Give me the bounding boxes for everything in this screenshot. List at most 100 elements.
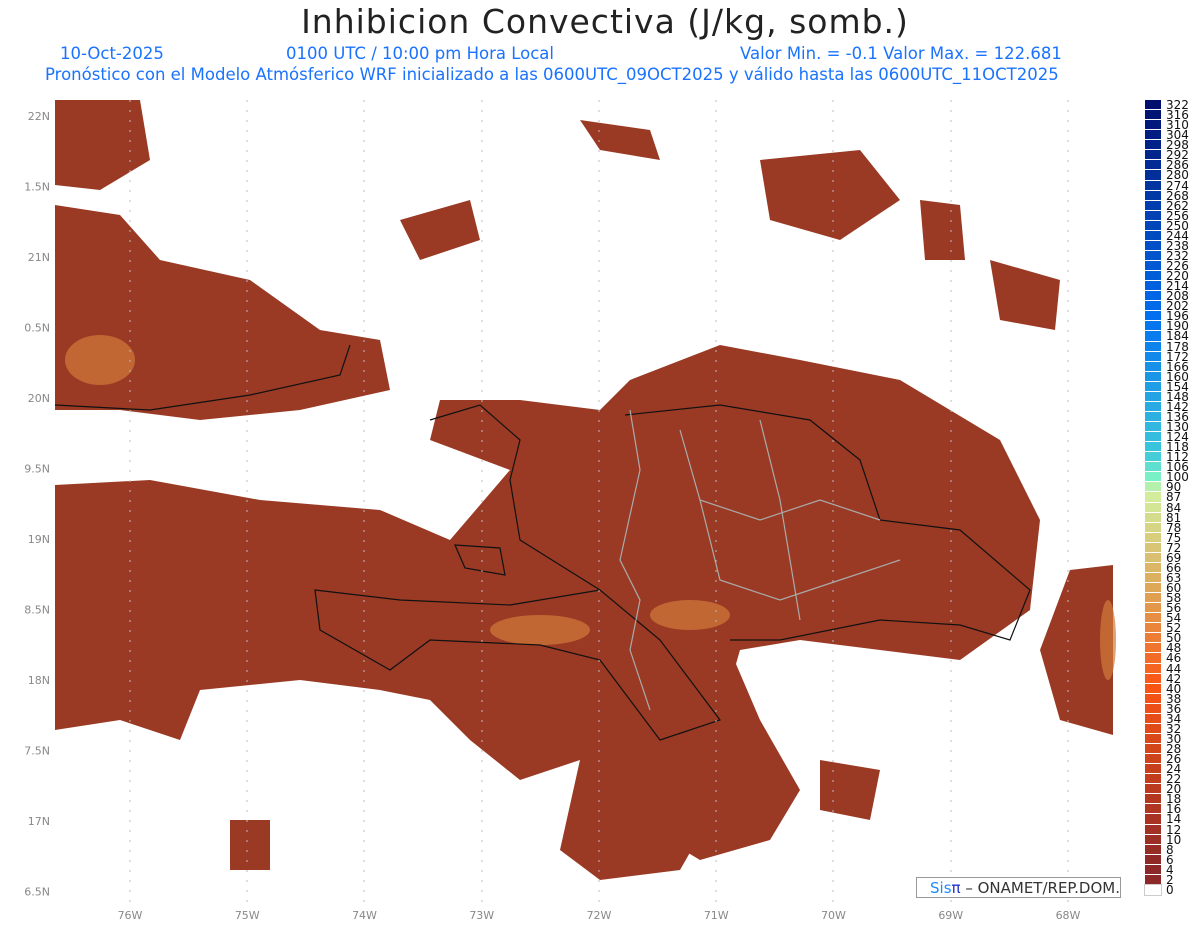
colorbar-swatch [1145, 653, 1161, 664]
colorbar-swatch [1145, 804, 1161, 815]
colorbar-swatch [1145, 663, 1161, 674]
colorbar-swatch [1145, 351, 1161, 362]
colorbar-swatch [1145, 552, 1161, 563]
colorbar-swatch [1145, 361, 1161, 372]
colorbar-swatch [1145, 562, 1161, 573]
colorbar-swatch [1145, 391, 1161, 402]
lat-label: 21N [28, 251, 50, 264]
lon-label: 75W [235, 909, 260, 922]
colorbar-swatch [1145, 230, 1161, 241]
lat-label: 0.5N [24, 322, 50, 335]
lon-label: 76W [118, 909, 143, 922]
colorbar-swatch [1145, 633, 1161, 644]
lat-label: 19N [28, 533, 50, 546]
colorbar-swatch [1145, 170, 1161, 181]
colorbar-swatch [1145, 422, 1161, 433]
colorbar-swatch [1145, 160, 1161, 171]
lat-label: 20N [28, 392, 50, 405]
colorbar-swatch [1145, 150, 1161, 161]
colorbar-swatch [1145, 130, 1161, 141]
colorbar-swatch [1145, 200, 1161, 211]
colorbar-swatch [1145, 432, 1161, 443]
colorbar-swatch [1145, 794, 1161, 805]
lon-label: 70W [821, 909, 846, 922]
credit-text: – ONAMET/REP.DOM. [965, 879, 1120, 897]
colorbar-swatch [1145, 502, 1161, 513]
colorbar-swatch [1145, 271, 1161, 282]
colorbar-swatch [1145, 864, 1161, 875]
colorbar-swatch [1145, 532, 1161, 543]
colorbar-swatch [1145, 452, 1161, 463]
colorbar-swatch [1145, 713, 1161, 724]
colorbar-swatch [1145, 764, 1161, 775]
lat-label: 9.5N [24, 463, 50, 476]
lat-label: 7.5N [24, 745, 50, 758]
colorbar-swatch [1145, 824, 1161, 835]
colorbar-swatch [1145, 301, 1161, 312]
colorbar-swatch [1145, 723, 1161, 734]
colorbar-swatch [1145, 401, 1161, 412]
colorbar-swatch [1145, 613, 1161, 624]
lat-label: 17N [28, 815, 50, 828]
colorbar-swatch [1145, 381, 1161, 392]
colorbar-swatch [1145, 140, 1161, 151]
colorbar-swatch [1145, 774, 1161, 785]
colorbar-swatch [1145, 583, 1161, 594]
colorbar-swatch [1145, 331, 1161, 342]
cin-map: 76W 75W 74W 73W 72W 71W 70W 69W 68W 22N 1.5N 21N 0.5… [24, 100, 1116, 922]
lon-label: 68W [1056, 909, 1081, 922]
colorbar-swatch [1145, 220, 1161, 231]
colorbar-swatch [1145, 411, 1161, 423]
colorbar-swatch [1145, 572, 1161, 584]
colorbar-swatch [1145, 744, 1161, 755]
colorbar-label: 0 [1166, 882, 1174, 897]
colorbar-swatch [1145, 482, 1161, 493]
lon-label: 73W [469, 909, 494, 922]
colorbar-swatch [1145, 643, 1161, 654]
colorbar-swatch [1145, 492, 1161, 503]
colorbar-swatch [1145, 261, 1161, 272]
colorbar-swatch [1145, 250, 1161, 261]
colorbar-swatch [1145, 693, 1161, 704]
colorbar-swatch [1145, 542, 1161, 553]
colorbar-swatch [1145, 673, 1161, 684]
colorbar-swatch [1145, 240, 1161, 251]
land-fields [55, 100, 1113, 880]
colorbar-swatch [1145, 180, 1161, 191]
colorbar-swatch [1145, 472, 1161, 483]
colorbar-swatch [1145, 683, 1161, 694]
lat-label: 1.5N [24, 181, 50, 194]
lat-label: 22N [28, 110, 50, 123]
colorbar-swatch [1145, 462, 1161, 473]
colorbar-swatch [1145, 874, 1161, 885]
colorbar-swatch [1145, 522, 1161, 533]
colorbar-swatch [1145, 210, 1161, 221]
brand-sis: Sis [930, 879, 952, 897]
lon-label: 71W [704, 909, 729, 922]
colorbar-swatch [1145, 844, 1161, 855]
colorbar-swatch [1145, 733, 1161, 745]
colorbar-swatch [1145, 593, 1161, 604]
colorbar-swatch [1145, 603, 1161, 614]
colorbar-swatch [1145, 371, 1161, 382]
colorbar-swatch [1145, 190, 1161, 201]
lat-label: 8.5N [24, 604, 50, 617]
colorbar-swatch [1145, 442, 1161, 453]
credit-box: Sisπ – ONAMET/REP.DOM. [916, 877, 1121, 898]
colorbar-swatch [1145, 854, 1161, 865]
colorbar-swatch [1145, 834, 1161, 845]
lon-label: 69W [938, 909, 963, 922]
lat-label: 6.5N [24, 886, 50, 899]
colorbar-swatch [1145, 814, 1161, 825]
colorbar-swatch [1145, 341, 1161, 352]
colorbar-swatch [1145, 120, 1161, 131]
colorbar-swatch [1145, 754, 1161, 765]
colorbar-swatch [1145, 291, 1161, 302]
colorbar-swatch [1145, 281, 1161, 292]
colorbar-swatch [1145, 512, 1161, 523]
lon-label: 72W [587, 909, 612, 922]
colorbar-swatch [1145, 703, 1161, 714]
colorbar-swatch [1145, 110, 1161, 121]
colorbar-swatch [1145, 321, 1161, 332]
brand-pi: π [951, 879, 961, 897]
